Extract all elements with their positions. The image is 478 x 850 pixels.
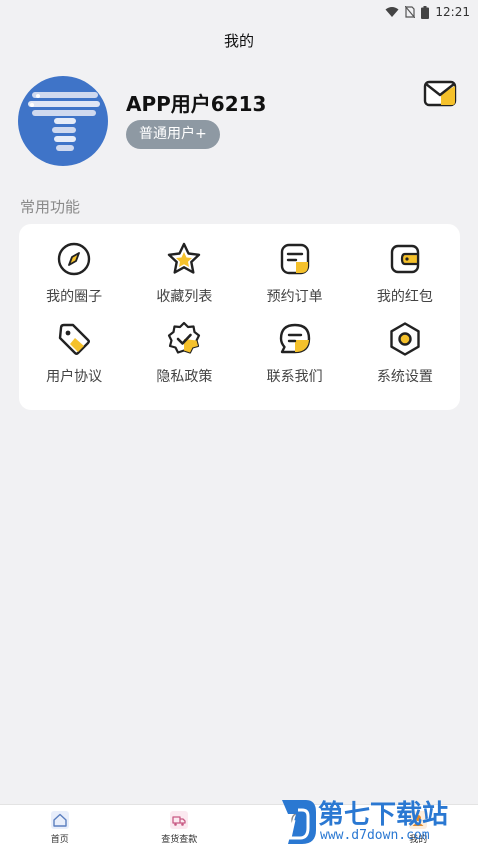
order-note-icon — [280, 243, 309, 275]
home-icon — [50, 811, 69, 829]
function-item-privacy[interactable]: 隐私政策 — [129, 320, 239, 386]
function-item-circle[interactable]: 我的圈子 — [19, 240, 129, 306]
mail-icon[interactable] — [422, 76, 458, 112]
username: APP用户6213 — [126, 92, 267, 116]
truck-icon — [170, 811, 189, 829]
profile-card: APP用户6213 普通用户+ — [18, 76, 458, 166]
tab-label: 圈子 — [289, 835, 308, 845]
status-time: 12:21 — [435, 5, 470, 19]
tab-label: 首页 — [50, 835, 69, 845]
function-item-contact[interactable]: 联系我们 — [240, 320, 350, 386]
circle-icon — [291, 812, 307, 828]
tab-goods-payment[interactable]: 查货查款 — [120, 805, 240, 850]
level-badge[interactable]: 普通用户+ — [126, 120, 220, 149]
tab-mine[interactable]: 我的 — [359, 805, 478, 850]
page-title: 我的 — [223, 32, 254, 50]
tab-label: 我的 — [409, 835, 428, 845]
function-label: 收藏列表 — [156, 289, 213, 305]
wallet-icon — [390, 244, 420, 274]
compass-icon — [57, 242, 91, 276]
chat-bubble-icon — [279, 323, 310, 354]
tab-home[interactable]: 首页 — [0, 805, 120, 850]
wifi-icon — [385, 7, 399, 17]
function-label: 我的圈子 — [46, 289, 103, 305]
function-label: 隐私政策 — [156, 369, 213, 385]
avatar[interactable] — [18, 76, 108, 166]
function-item-settings[interactable]: 系统设置 — [350, 320, 460, 386]
function-label: 预约订单 — [266, 289, 323, 305]
function-item-user-agreement[interactable]: 用户协议 — [19, 320, 129, 386]
tab-circle[interactable]: 圈子 — [239, 805, 359, 850]
function-item-orders[interactable]: 预约订单 — [240, 240, 350, 306]
status-bar: 12:21 — [0, 0, 478, 24]
function-label: 用户协议 — [46, 369, 103, 385]
section-title: 常用功能 — [20, 198, 81, 216]
star-icon — [168, 242, 201, 274]
function-card: 我的圈子 收藏列表 预约订单 我的红包 用户协议 隐私政策 联系我们 系统设置 — [19, 224, 460, 410]
user-icon — [409, 811, 428, 829]
tag-icon — [58, 323, 91, 355]
verified-badge-icon — [168, 321, 201, 354]
function-item-red-packet[interactable]: 我的红包 — [350, 240, 460, 306]
function-label: 我的红包 — [376, 289, 433, 305]
bottom-tab-bar: 首页 查货查款 圈子 我的 — [0, 804, 478, 850]
no-sim-icon — [405, 6, 416, 18]
settings-hex-icon — [390, 322, 420, 356]
battery-icon — [421, 5, 430, 19]
function-label: 联系我们 — [266, 369, 323, 385]
function-item-favorites[interactable]: 收藏列表 — [129, 240, 239, 306]
tab-label: 查货查款 — [161, 835, 198, 845]
function-label: 系统设置 — [376, 369, 433, 385]
